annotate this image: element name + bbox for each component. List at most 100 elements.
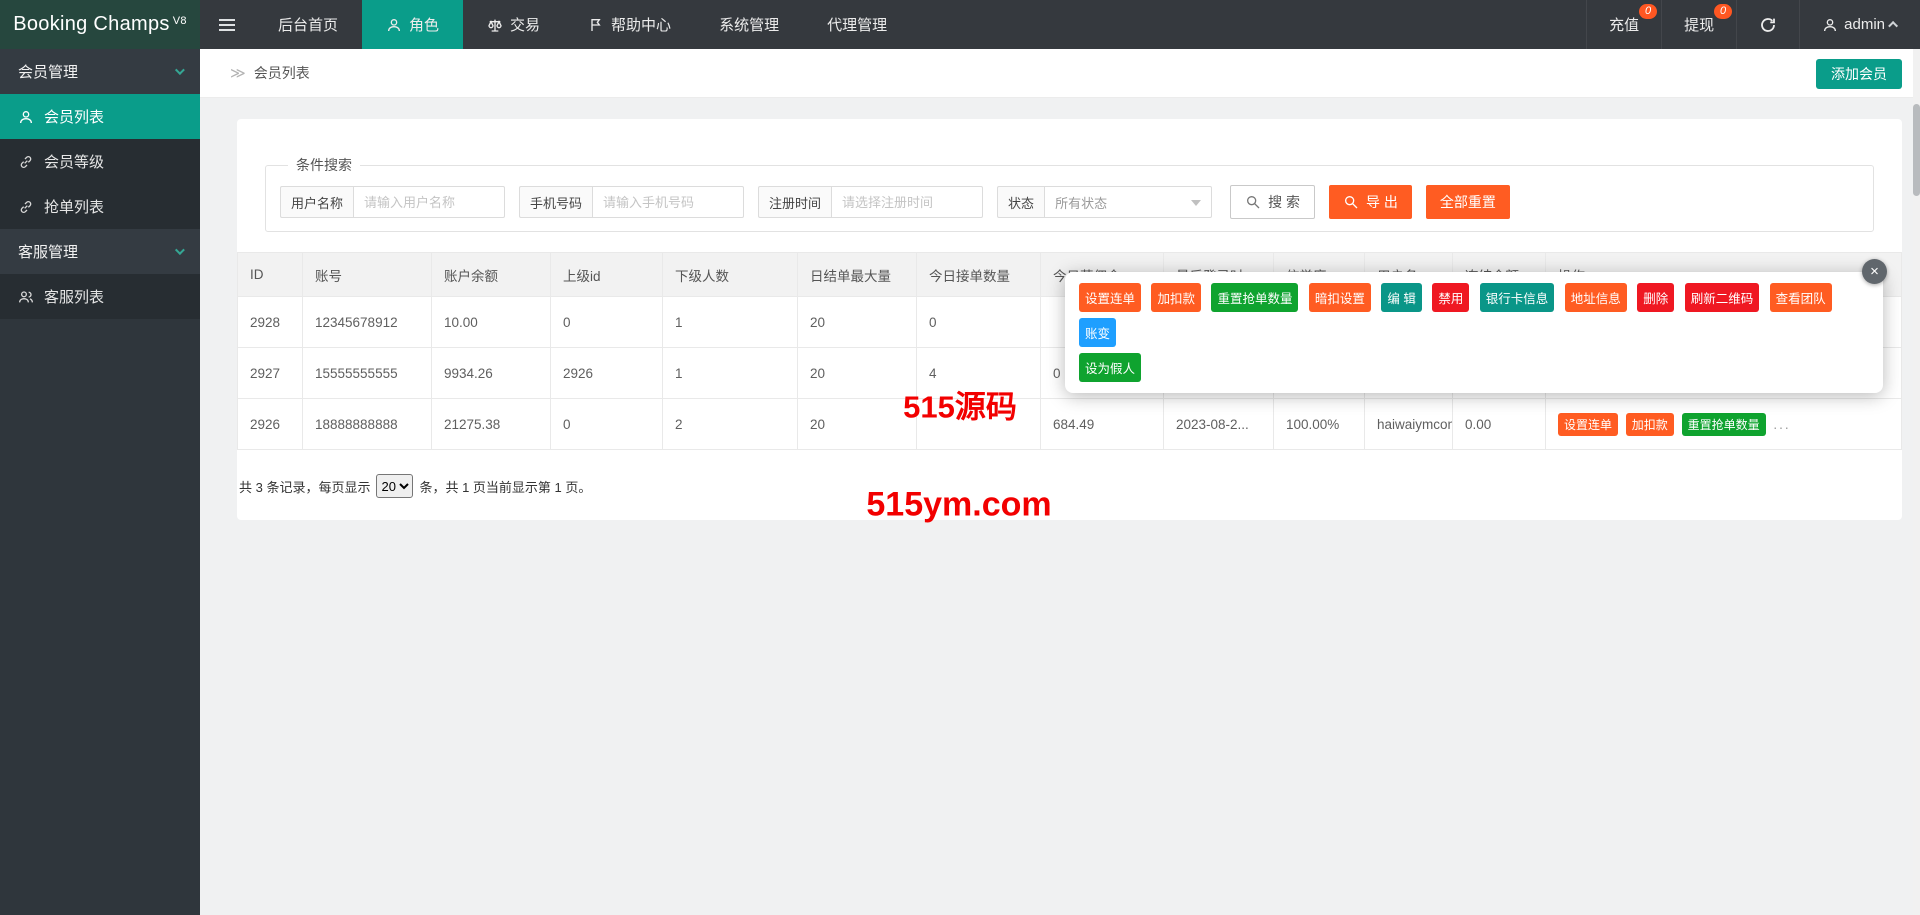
cell-last-login: 2023-08-2...	[1163, 398, 1274, 450]
cell-daily-max: 20	[797, 398, 917, 450]
set-streak-button[interactable]: 设置连单	[1558, 412, 1619, 436]
reset-grab-count-button[interactable]: 重置抢单数量	[1681, 412, 1766, 436]
cell-balance: 9934.26	[431, 347, 551, 399]
page-size-select[interactable]: 20	[376, 474, 414, 498]
table-row: 2926 18888888888 21275.38 0 2 20 684.49 …	[237, 398, 1902, 450]
more-actions-button[interactable]: ...	[1773, 417, 1790, 432]
close-icon[interactable]: ×	[1862, 259, 1887, 284]
sidebar-item-service-list[interactable]: 客服列表	[0, 274, 200, 319]
username-field-label: 用户名称	[280, 186, 354, 218]
hidden-deduct-settings-button[interactable]: 暗扣设置	[1308, 283, 1371, 312]
add-deduct-button[interactable]: 加扣款	[1625, 412, 1674, 436]
cell-daily-max: 20	[797, 296, 917, 348]
breadcrumb: 会员列表	[253, 65, 310, 81]
search-icon	[1247, 196, 1260, 209]
status-field-group: 状态 所有状态	[997, 186, 1213, 218]
header-today-orders: 今日接单数量	[916, 252, 1041, 297]
breadcrumb-bar: ≫ 会员列表 添加会员	[200, 49, 1920, 98]
row-actions-popup: 设置连单 加扣款 重置抢单数量 暗扣设置 编 辑 禁用 银行卡信息 地址信息 删…	[1065, 259, 1887, 393]
scrollbar-thumb[interactable]	[1913, 104, 1920, 196]
account-change-button[interactable]: 账变	[1079, 318, 1117, 347]
navbar-right: 充值 0 提现 0 admin	[1586, 0, 1920, 49]
cell-balance: 21275.38	[431, 398, 551, 450]
sidebar-group-service-management[interactable]: 客服管理	[0, 229, 200, 274]
person-icon	[20, 110, 32, 123]
register-time-field-group: 注册时间	[758, 186, 984, 218]
phone-input[interactable]	[592, 186, 745, 218]
chevron-down-icon	[1191, 200, 1202, 206]
sidebar-item-grab-order-list[interactable]: 抢单列表	[0, 184, 200, 229]
set-streak-button[interactable]: 设置连单	[1079, 283, 1142, 312]
cell-credit: 100.00%	[1273, 398, 1365, 450]
nav-item-dashboard[interactable]: 后台首页	[254, 0, 362, 49]
search-button[interactable]: 搜 索	[1230, 185, 1315, 219]
sidebar-group-member-management[interactable]: 会员管理	[0, 49, 200, 94]
cell-account: 18888888888	[302, 398, 432, 450]
sidebar-item-member-level[interactable]: 会员等级	[0, 139, 200, 184]
scrollbar-track[interactable]	[1913, 49, 1920, 915]
recharge-badge: 0	[1639, 4, 1658, 19]
chevron-down-icon	[174, 245, 185, 256]
nav-item-roles[interactable]: 角色	[362, 0, 464, 49]
cell-parent-id: 2926	[550, 347, 663, 399]
edit-button[interactable]: 编 辑	[1381, 283, 1422, 312]
cell-frozen: 0.00	[1452, 398, 1546, 450]
cell-id: 2926	[237, 398, 303, 450]
cell-id: 2927	[237, 347, 303, 399]
user-menu[interactable]: admin	[1799, 0, 1920, 49]
link-icon	[20, 155, 32, 168]
add-member-button[interactable]: 添加会员	[1816, 59, 1902, 89]
pagination: 共 3 条记录，每页显示 20 条，共 1 页当前显示第 1 页。	[237, 450, 1902, 522]
watermark-text: 515ym.com	[866, 485, 1052, 524]
refresh-button[interactable]	[1736, 0, 1799, 49]
search-panel: 条件搜索 用户名称 手机号码 注册时间 状态 所有状态	[265, 155, 1874, 232]
view-team-button[interactable]: 查看团队	[1769, 283, 1832, 312]
brand-version: V8	[172, 14, 187, 27]
bank-card-info-button[interactable]: 银行卡信息	[1479, 283, 1555, 312]
cell-parent-id: 0	[550, 398, 663, 450]
nav-item-help-center[interactable]: 帮助中心	[564, 0, 695, 49]
scale-icon	[488, 19, 502, 32]
header-parent-id: 上级id	[550, 252, 663, 297]
cell-subordinates: 1	[662, 347, 798, 399]
status-select[interactable]: 所有状态	[1044, 186, 1213, 218]
set-fake-user-button[interactable]: 设为假人	[1079, 353, 1142, 382]
link-icon	[20, 200, 32, 213]
nav-item-agents[interactable]: 代理管理	[803, 0, 911, 49]
person-icon	[388, 18, 401, 31]
flag-icon	[591, 18, 601, 31]
watermark-text: 515源码	[903, 389, 1017, 425]
export-button[interactable]: 导 出	[1328, 185, 1412, 219]
recharge-button[interactable]: 充值 0	[1586, 0, 1661, 49]
refresh-qrcode-button[interactable]: 刷新二维码	[1684, 283, 1760, 312]
username-input[interactable]	[353, 186, 506, 218]
person-icon	[1824, 18, 1837, 31]
sidebar-item-member-list[interactable]: 会员列表	[0, 94, 200, 139]
cell-subordinates: 1	[662, 296, 798, 348]
address-info-button[interactable]: 地址信息	[1564, 283, 1627, 312]
cell-daily-max: 20	[797, 347, 917, 399]
disable-button[interactable]: 禁用	[1432, 283, 1470, 312]
nav-item-trade[interactable]: 交易	[463, 0, 564, 49]
header-account: 账号	[302, 252, 432, 297]
reset-grab-count-button[interactable]: 重置抢单数量	[1211, 283, 1299, 312]
reset-all-button[interactable]: 全部重置	[1425, 185, 1510, 219]
cell-subordinates: 2	[662, 398, 798, 450]
top-navbar: Booking Champs V8 后台首页 角色 交易 帮助中心 系统管理 代…	[0, 0, 1920, 49]
search-panel-legend: 条件搜索	[296, 157, 352, 173]
brand-name: Booking Champs	[13, 13, 170, 35]
add-deduct-button[interactable]: 加扣款	[1151, 283, 1201, 312]
sidebar: 会员管理 会员列表 会员等级 抢单列表 客服管理 客服列表	[0, 49, 200, 915]
nav-item-system[interactable]: 系统管理	[695, 0, 803, 49]
cell-balance: 10.00	[431, 296, 551, 348]
header-subordinates: 下级人数	[662, 252, 798, 297]
register-time-field-label: 注册时间	[758, 186, 832, 218]
delete-button[interactable]: 删除	[1637, 283, 1675, 312]
withdraw-button[interactable]: 提现 0	[1661, 0, 1736, 49]
register-time-input[interactable]	[831, 186, 984, 218]
cell-today-commission: 684.49	[1040, 398, 1164, 450]
people-icon	[19, 290, 33, 302]
cell-parent-id: 0	[550, 296, 663, 348]
phone-field-group: 手机号码	[519, 186, 745, 218]
menu-toggle-icon[interactable]	[200, 0, 254, 49]
